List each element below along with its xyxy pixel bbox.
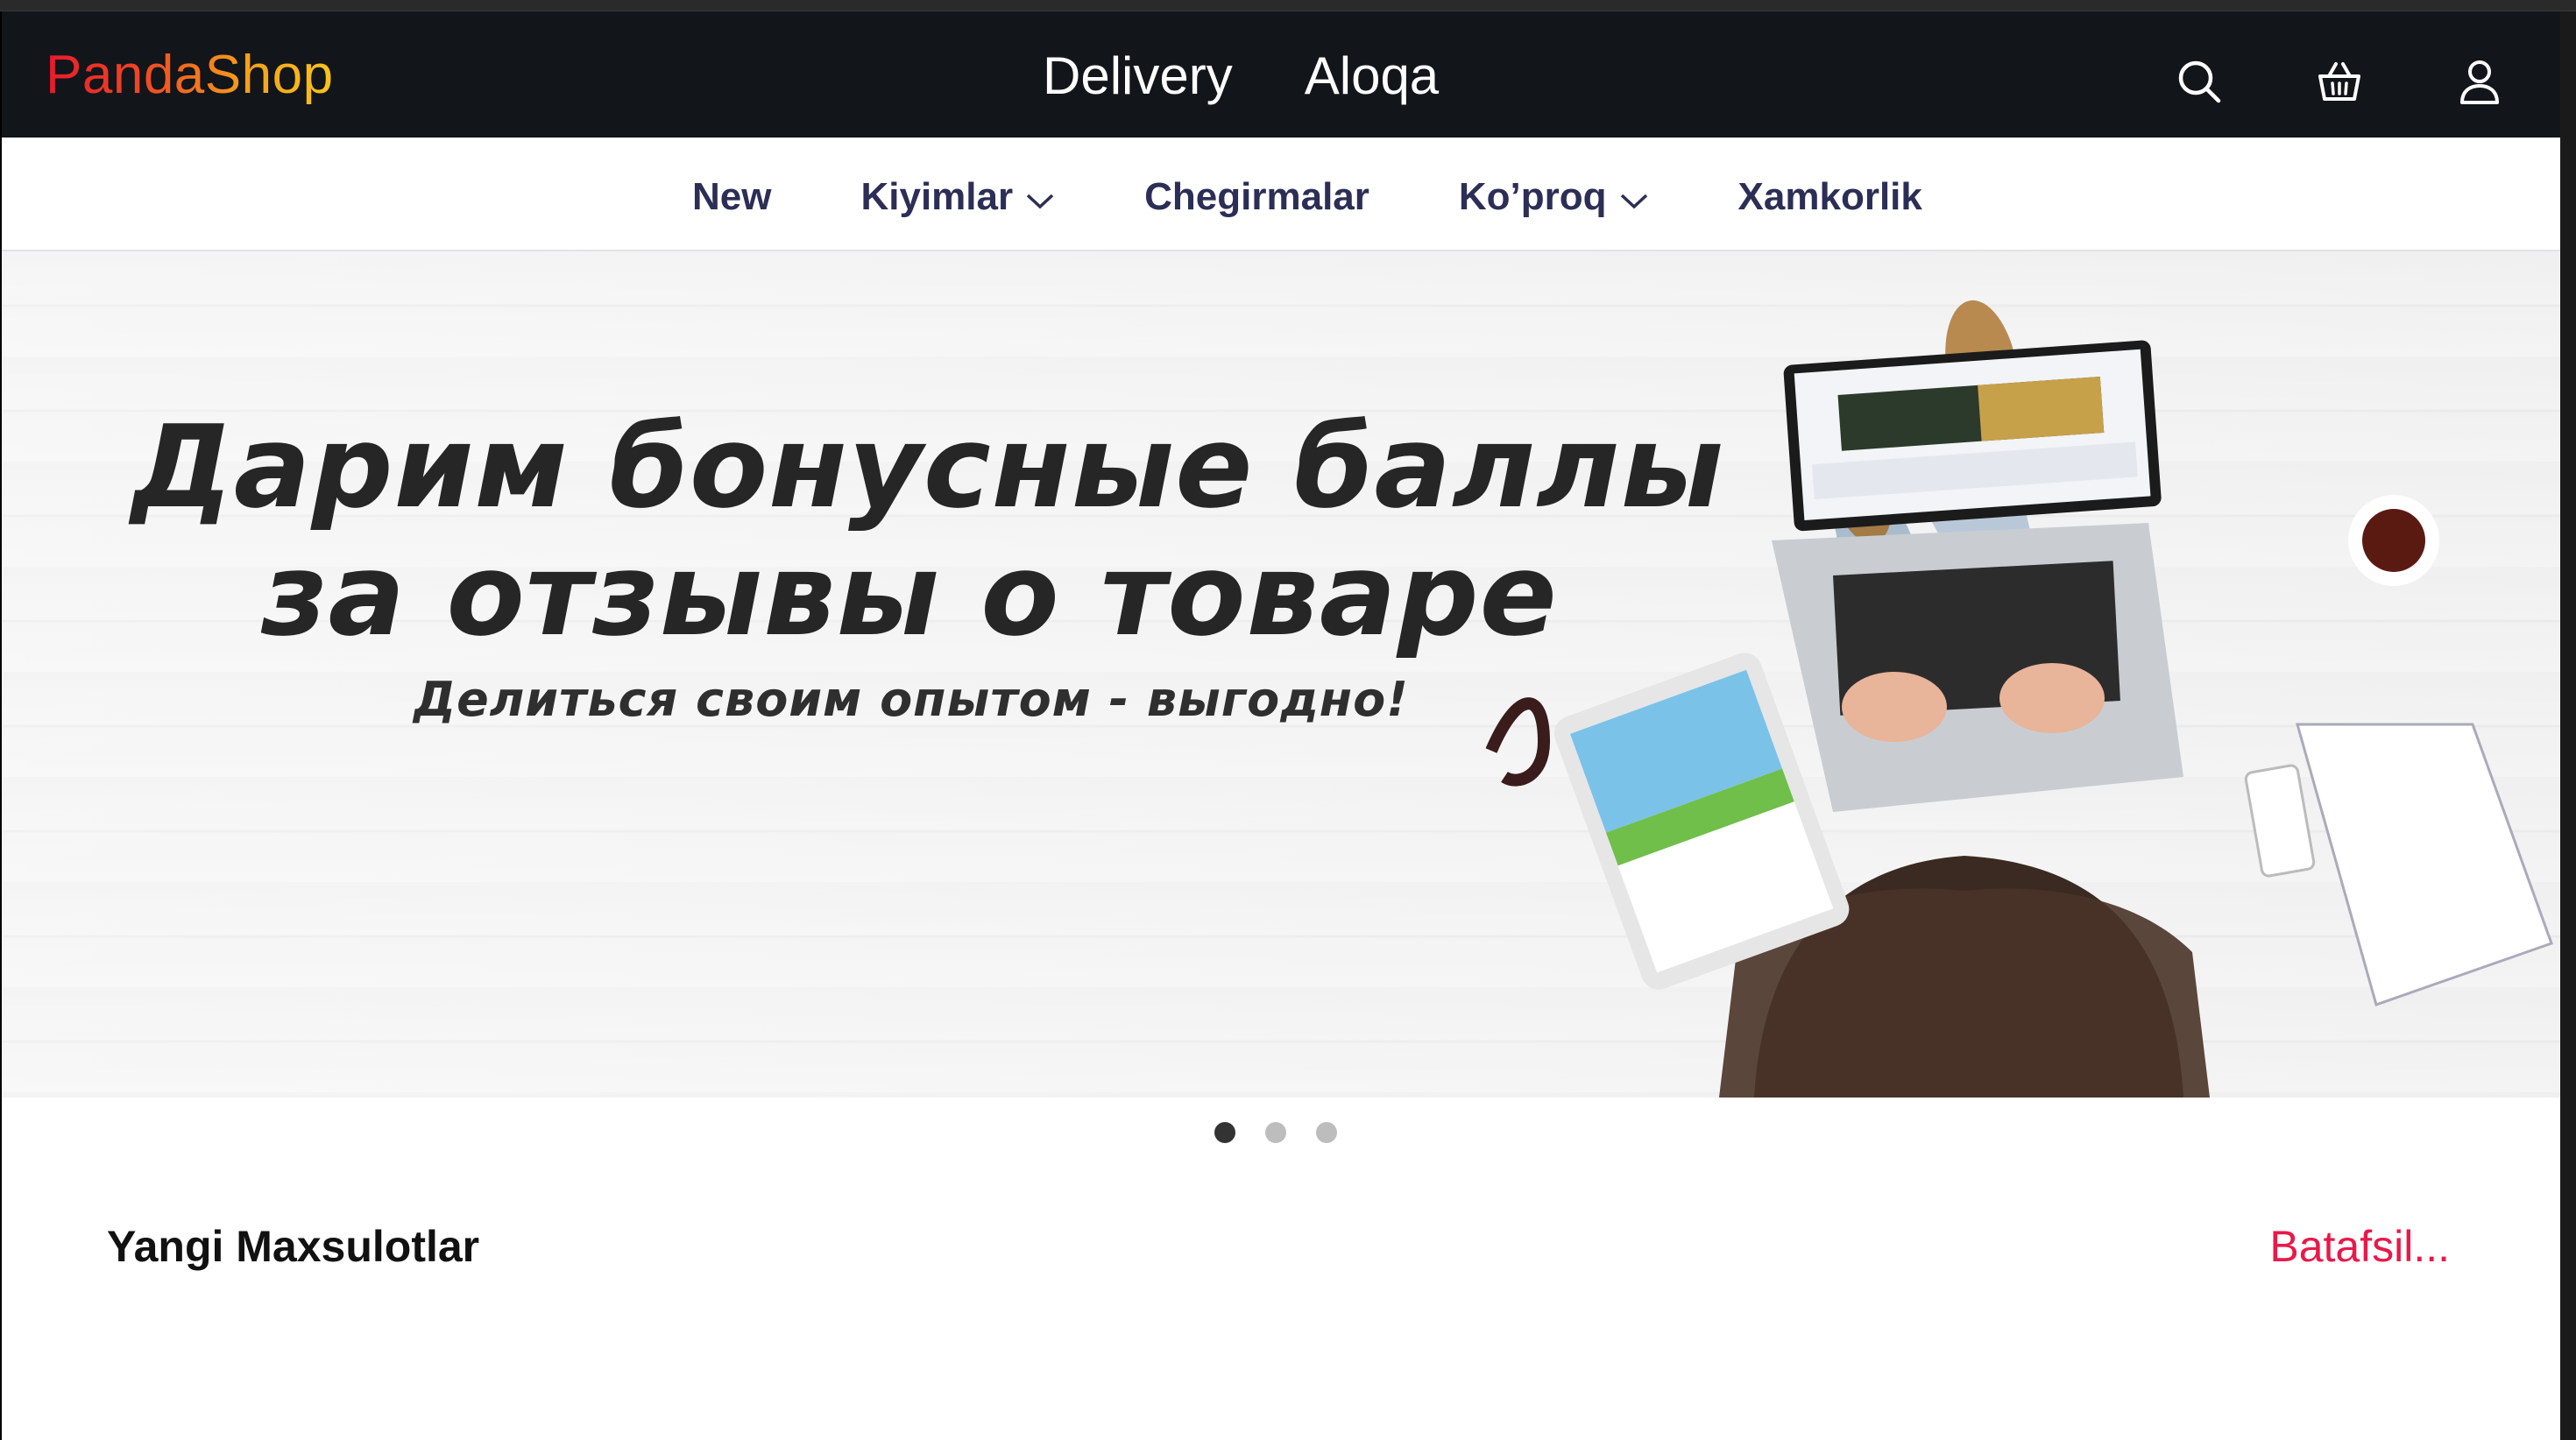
nav-item-koproq[interactable]: Ko’proq — [1459, 174, 1649, 220]
basket-icon[interactable] — [2315, 57, 2364, 106]
top-header: PandaShop Delivery Aloqa — [2, 11, 2560, 138]
top-link-aloqa[interactable]: Aloqa — [1305, 46, 1439, 106]
header-actions — [2175, 57, 2504, 106]
nav-item-label: New — [692, 175, 772, 218]
see-more-link[interactable]: Batafsil... — [2269, 1220, 2450, 1273]
nav-item-label: Kiyimlar — [860, 175, 1014, 218]
user-icon[interactable] — [2455, 57, 2504, 106]
brand-logo[interactable]: PandaShop — [46, 45, 334, 106]
nav-item-label: Ko’proq — [1458, 175, 1607, 218]
scrollbar[interactable] — [2560, 11, 2576, 1440]
nav-item-xamkorlik[interactable]: Xamkorlik — [1738, 174, 1922, 220]
section-title: Yangi Maxsulotlar — [107, 1222, 480, 1271]
chevron-down-icon — [1620, 194, 1647, 209]
top-links: Delivery Aloqa — [1043, 46, 1439, 106]
nav-item-chegirmalar[interactable]: Chegirmalar — [1144, 174, 1369, 220]
search-icon[interactable] — [2175, 57, 2224, 106]
carousel-dot-3[interactable] — [1316, 1122, 1337, 1143]
nav-item-kiyimlar[interactable]: Kiyimlar — [860, 174, 1055, 220]
banner-headline-line-2: за отзывы о товаре — [261, 528, 1558, 661]
nav-item-label: Chegirmalar — [1144, 175, 1369, 218]
nav-item-label: Xamkorlik — [1737, 175, 1922, 218]
category-nav-items: New Kiyimlar Chegirmalar Ko’proq Xamkorl… — [692, 174, 1922, 220]
banner-headline-line-1: Дарим бонусные баллы — [131, 400, 1725, 533]
chevron-down-icon — [1026, 194, 1054, 209]
nav-item-new[interactable]: New — [692, 174, 771, 220]
category-nav: New Kiyimlar Chegirmalar Ko’proq Xamkorl… — [2, 138, 2560, 251]
carousel-dot-2[interactable] — [1265, 1122, 1286, 1143]
browser-tab-strip — [0, 0, 2576, 11]
top-link-delivery[interactable]: Delivery — [1043, 46, 1233, 106]
hero-banner[interactable]: Дарим бонусные баллы за отзывы о товаре … — [2, 251, 2560, 1098]
page: PandaShop Delivery Aloqa New Kiyimlar Ch… — [2, 11, 2560, 1440]
carousel-dots — [1214, 1122, 1337, 1143]
banner-subline: Делиться своим опытом - выгодно! — [414, 672, 1409, 727]
carousel-dot-1[interactable] — [1214, 1122, 1235, 1143]
